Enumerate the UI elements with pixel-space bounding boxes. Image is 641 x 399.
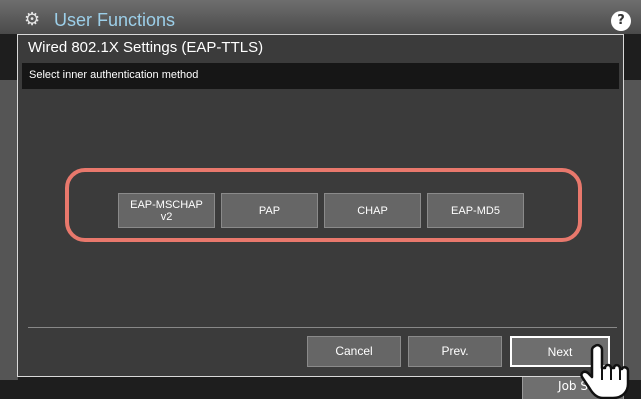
option-label-line2: v2 bbox=[160, 210, 173, 223]
gear-icon: ⚙ bbox=[24, 9, 41, 30]
instruction-bar: Select inner authentication method bbox=[22, 63, 619, 89]
settings-dialog: Wired 802.1X Settings (EAP-TTLS) Select … bbox=[17, 34, 624, 377]
option-eap-mschapv2-button[interactable]: EAP-MSCHAP v2 bbox=[118, 193, 215, 228]
side-panel-left bbox=[0, 80, 18, 380]
side-panel-right bbox=[621, 80, 641, 380]
option-eap-md5-button[interactable]: EAP-MD5 bbox=[427, 193, 524, 228]
option-label: CHAP bbox=[357, 204, 388, 217]
screen: ⚙ User Functions ? Job S Wired 802.1X Se… bbox=[0, 0, 641, 399]
help-icon[interactable]: ? bbox=[611, 11, 631, 31]
dialog-title: Wired 802.1X Settings (EAP-TTLS) bbox=[28, 39, 264, 56]
footer-divider bbox=[28, 327, 617, 328]
option-label: PAP bbox=[258, 204, 281, 217]
pointer-hand-icon bbox=[580, 343, 630, 399]
option-chap-button[interactable]: CHAP bbox=[324, 193, 421, 228]
option-label: EAP-MD5 bbox=[451, 204, 500, 217]
cancel-button[interactable]: Cancel bbox=[307, 336, 401, 367]
option-label-line1: EAP-MSCHAP bbox=[130, 198, 203, 211]
prev-button[interactable]: Prev. bbox=[408, 336, 502, 367]
option-pap-button[interactable]: PAP bbox=[221, 193, 318, 228]
app-title: User Functions bbox=[54, 10, 176, 30]
instruction-text: Select inner authentication method bbox=[29, 69, 199, 81]
